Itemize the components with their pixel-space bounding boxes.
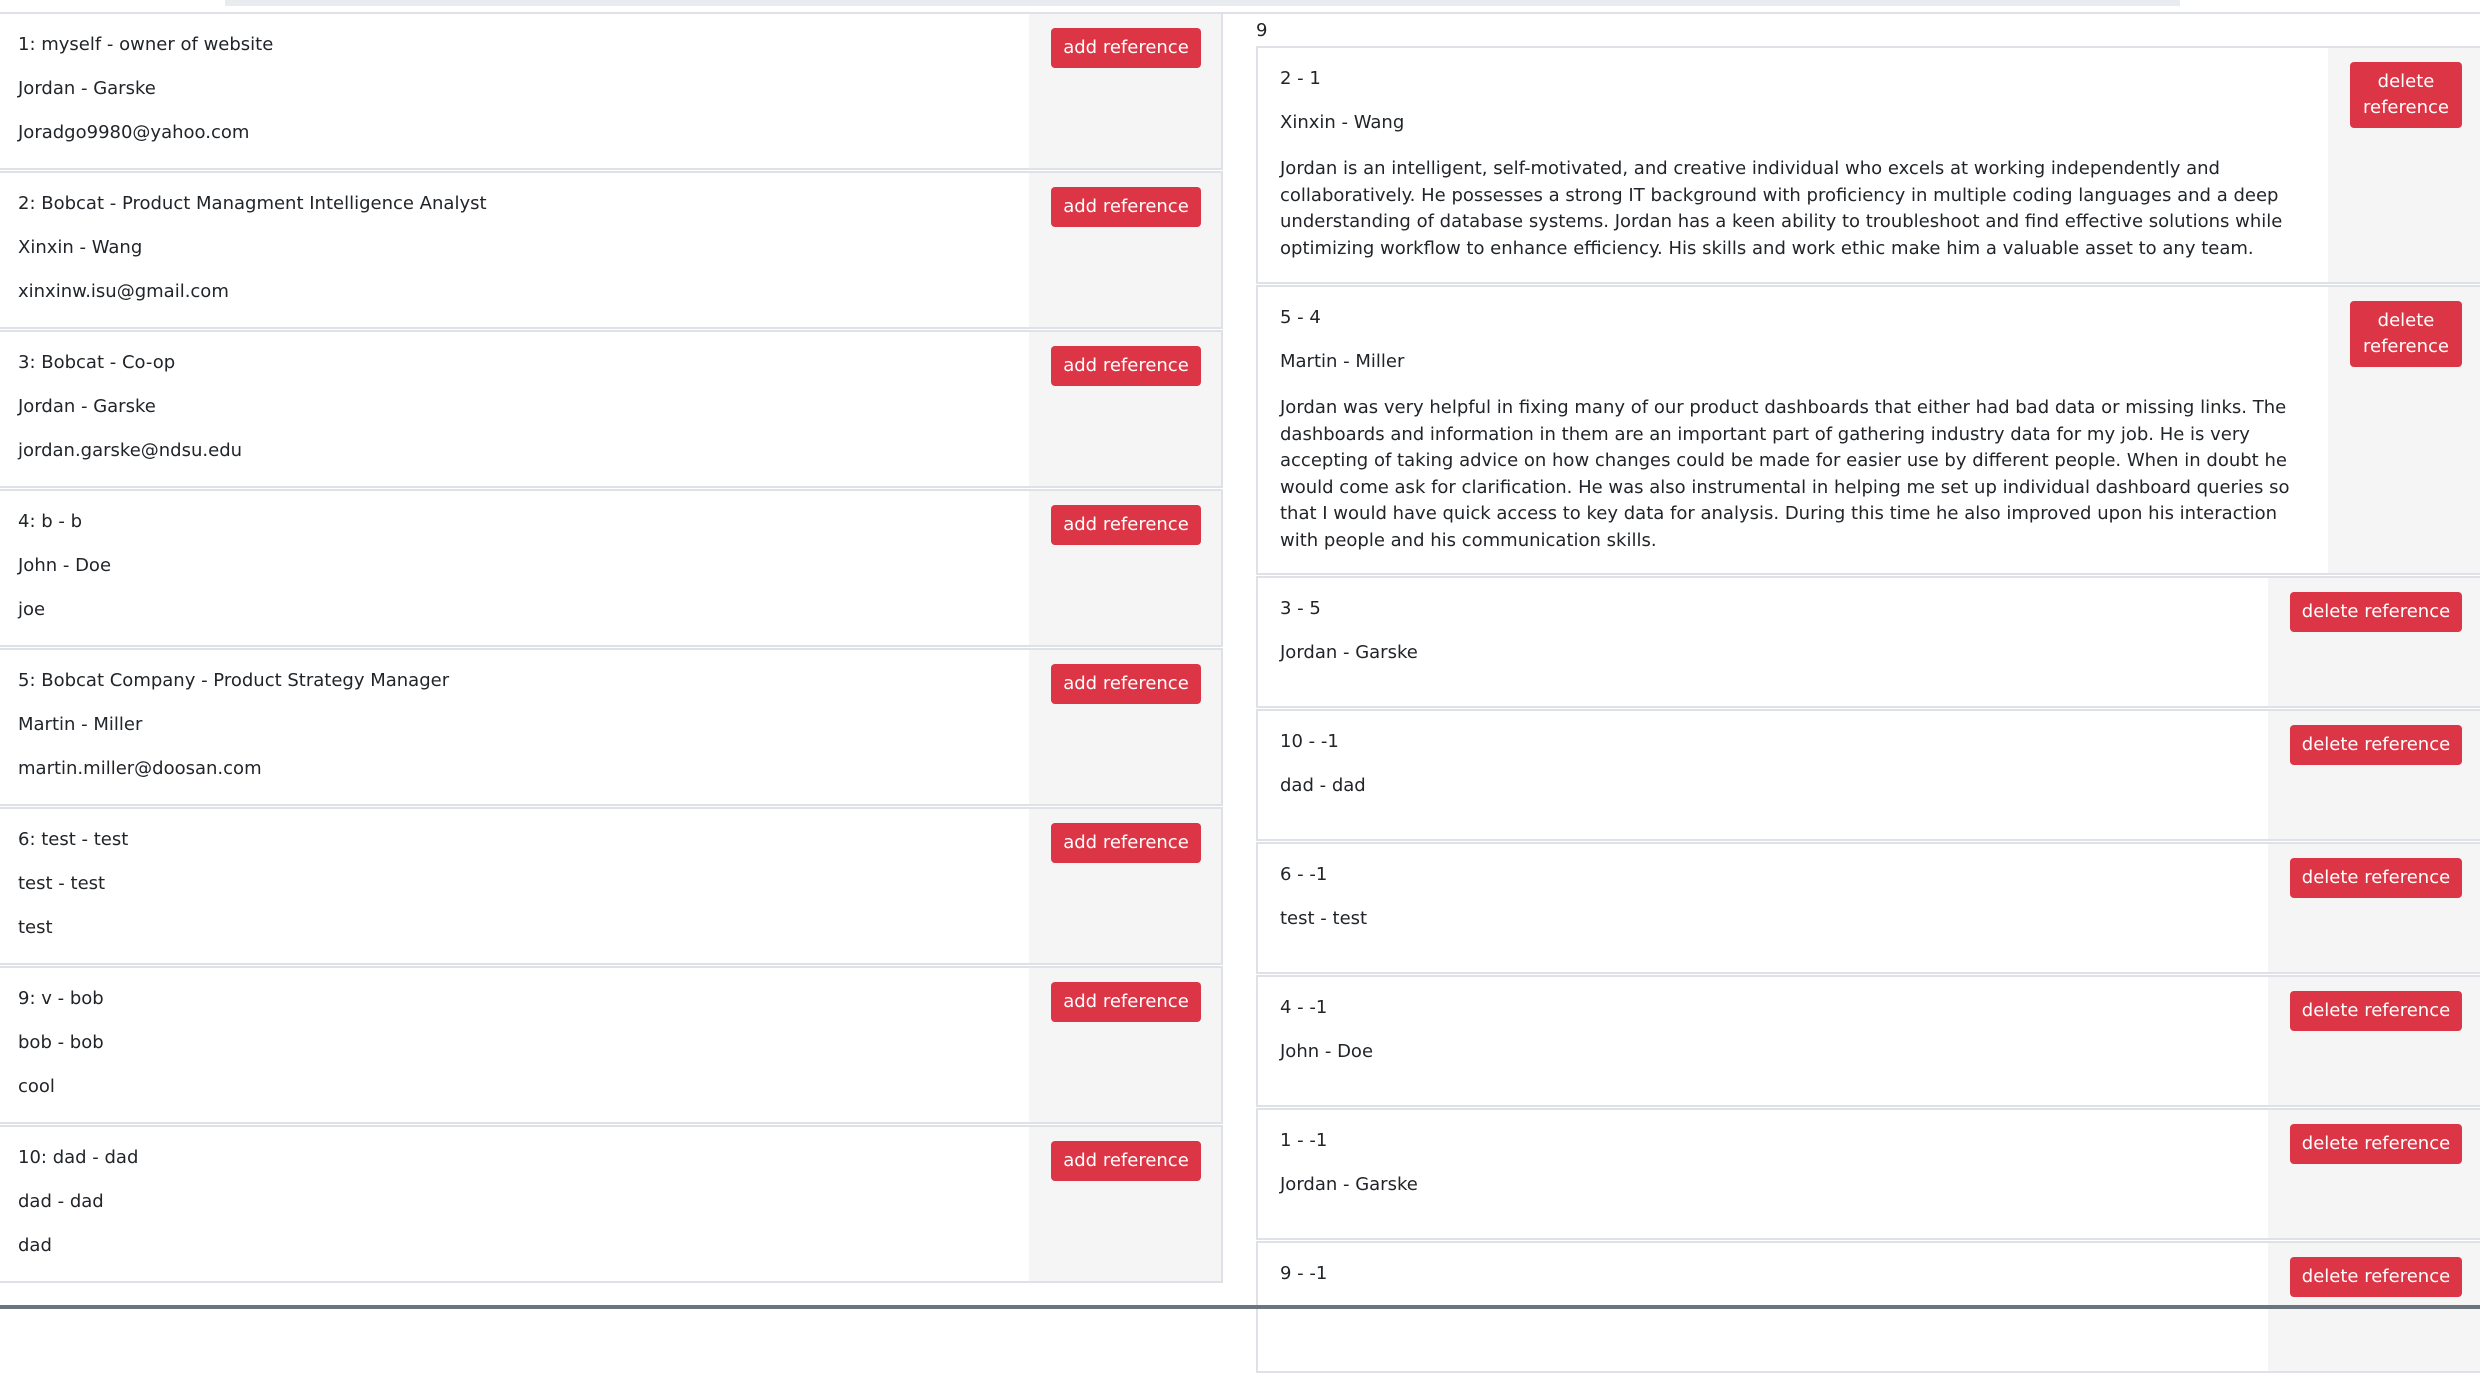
- delete-label-line1: delete: [2377, 310, 2435, 331]
- delete-label-line2: reference: [2363, 97, 2449, 118]
- horizontal-scrollbar[interactable]: [225, 0, 2180, 6]
- reference-card: 3 - 5 Jordan - Garske delete reference: [1256, 576, 2480, 708]
- reference-card: 2 - 1 Xinxin - Wang Jordan is an intelli…: [1256, 46, 2480, 284]
- reference-author: dad - dad: [1280, 775, 1366, 796]
- delete-reference-button[interactable]: delete reference: [2290, 858, 2462, 898]
- delete-reference-button[interactable]: delete reference: [2290, 592, 2462, 632]
- reference-title: 2 - 1: [1280, 68, 1321, 89]
- reference-card: 5 - 4 Martin - Miller Jordan was very he…: [1256, 285, 2480, 575]
- add-reference-button[interactable]: add reference: [1051, 346, 1201, 386]
- person-title: 3: Bobcat - Co-op: [18, 352, 176, 373]
- add-reference-button[interactable]: add reference: [1051, 28, 1201, 68]
- person-name: Martin - Miller: [18, 714, 143, 735]
- person-card: 9: v - bob bob - bob cool add reference: [0, 966, 1223, 1124]
- person-card: 10: dad - dad dad - dad dad add referenc…: [0, 1125, 1223, 1283]
- reference-title: 9 - -1: [1280, 1263, 1328, 1284]
- reference-author: test - test: [1280, 908, 1368, 929]
- person-title: 4: b - b: [18, 511, 83, 532]
- person-name: test - test: [18, 873, 106, 894]
- reference-author: Jordan - Garske: [1280, 1174, 1418, 1195]
- delete-reference-button[interactable]: delete reference: [2350, 301, 2462, 367]
- person-name: John - Doe: [18, 555, 112, 576]
- person-name: Jordan - Garske: [18, 396, 156, 417]
- add-reference-button[interactable]: add reference: [1051, 823, 1201, 863]
- delete-label-line2: reference: [2363, 336, 2449, 357]
- person-contact: cool: [18, 1076, 55, 1097]
- person-title: 2: Bobcat - Product Managment Intelligen…: [18, 193, 487, 214]
- reference-text: Jordan is an intelligent, self-motivated…: [1280, 158, 2283, 259]
- person-title: 1: myself - owner of website: [18, 34, 274, 55]
- reference-title: 1 - -1: [1280, 1130, 1328, 1151]
- person-title: 9: v - bob: [18, 988, 104, 1009]
- bottom-border: [0, 1305, 2480, 1309]
- person-card: 5: Bobcat Company - Product Strategy Man…: [0, 648, 1223, 806]
- reference-card: 6 - -1 test - test delete reference: [1256, 842, 2480, 974]
- reference-card: 4 - -1 John - Doe delete reference: [1256, 975, 2480, 1107]
- add-reference-button[interactable]: add reference: [1051, 1141, 1201, 1181]
- person-name: dad - dad: [18, 1191, 104, 1212]
- reference-card: 10 - -1 dad - dad delete reference: [1256, 709, 2480, 841]
- people-list: 1: myself - owner of website Jordan - Ga…: [0, 12, 1223, 1284]
- reference-author: John - Doe: [1280, 1041, 1374, 1062]
- person-card: 3: Bobcat - Co-op Jordan - Garske jordan…: [0, 330, 1223, 488]
- delete-label-line1: delete: [2377, 71, 2435, 92]
- reference-card: 1 - -1 Jordan - Garske delete reference: [1256, 1108, 2480, 1240]
- delete-reference-button[interactable]: delete reference: [2290, 1124, 2462, 1164]
- reference-title: 6 - -1: [1280, 864, 1328, 885]
- person-contact: dad: [18, 1235, 52, 1256]
- delete-reference-button[interactable]: delete reference: [2290, 991, 2462, 1031]
- person-contact: xinxinw.isu@gmail.com: [18, 281, 229, 302]
- person-card: 4: b - b John - Doe joe add reference: [0, 489, 1223, 647]
- person-title: 10: dad - dad: [18, 1147, 139, 1168]
- reference-title: 10 - -1: [1280, 731, 1339, 752]
- add-reference-button[interactable]: add reference: [1051, 982, 1201, 1022]
- person-title: 6: test - test: [18, 829, 129, 850]
- reference-title: 5 - 4: [1280, 307, 1321, 328]
- person-contact: jordan.garske@ndsu.edu: [18, 440, 243, 461]
- add-reference-button[interactable]: add reference: [1051, 187, 1201, 227]
- reference-author: Xinxin - Wang: [1280, 112, 1405, 133]
- add-reference-button[interactable]: add reference: [1051, 664, 1201, 704]
- person-contact: Joradgo9980@yahoo.com: [18, 122, 250, 143]
- reference-list: 2 - 1 Xinxin - Wang Jordan is an intelli…: [1256, 46, 2480, 1374]
- person-card: 1: myself - owner of website Jordan - Ga…: [0, 12, 1223, 170]
- person-contact: martin.miller@doosan.com: [18, 758, 262, 779]
- reference-title: 3 - 5: [1280, 598, 1321, 619]
- reference-title: 4 - -1: [1280, 997, 1328, 1018]
- delete-reference-button[interactable]: delete reference: [2350, 62, 2462, 128]
- reference-author: Jordan - Garske: [1280, 642, 1418, 663]
- reference-text: Jordan was very helpful in fixing many o…: [1280, 397, 2290, 551]
- person-name: Jordan - Garske: [18, 78, 156, 99]
- person-title: 5: Bobcat Company - Product Strategy Man…: [18, 670, 450, 691]
- person-card: 6: test - test test - test test add refe…: [0, 807, 1223, 965]
- reference-author: Martin - Miller: [1280, 351, 1405, 372]
- person-contact: joe: [18, 599, 46, 620]
- reference-count: 9: [1256, 20, 1268, 41]
- person-contact: test: [18, 917, 53, 938]
- delete-reference-button[interactable]: delete reference: [2290, 1257, 2462, 1297]
- delete-reference-button[interactable]: delete reference: [2290, 725, 2462, 765]
- person-card: 2: Bobcat - Product Managment Intelligen…: [0, 171, 1223, 329]
- person-name: Xinxin - Wang: [18, 237, 143, 258]
- reference-author: [1280, 1307, 1327, 1329]
- add-reference-button[interactable]: add reference: [1051, 505, 1201, 545]
- person-name: bob - bob: [18, 1032, 104, 1053]
